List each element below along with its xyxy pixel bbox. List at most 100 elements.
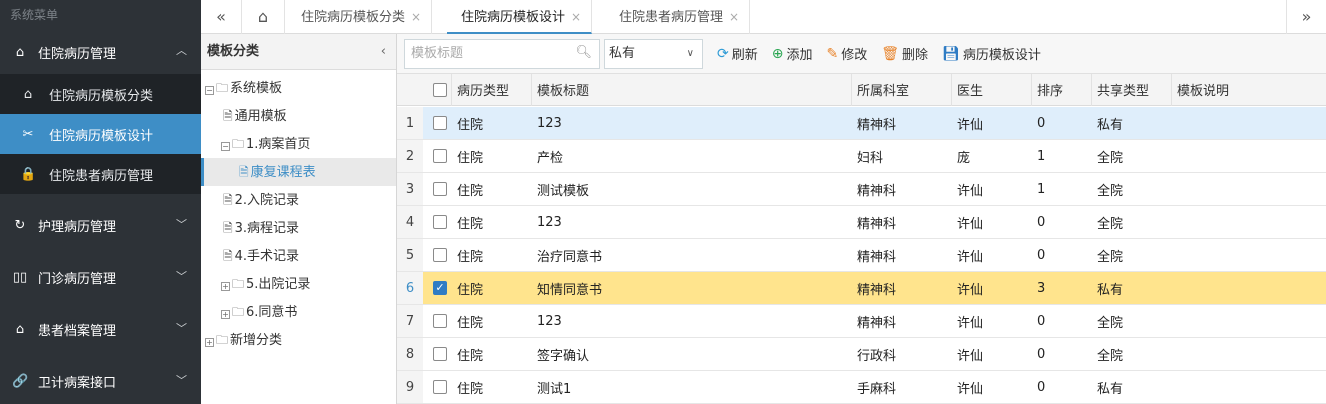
table-row[interactable]: 8 住院 签字确认 行政科 许仙 0 全院 <box>397 338 1326 371</box>
cell-type: 住院 <box>457 183 484 199</box>
table-row[interactable]: 6 ✓ 住院 知情同意书 精神科 许仙 3 私有 <box>397 272 1326 305</box>
cell-share: 私有 <box>1097 282 1124 298</box>
cell-order: 3 <box>1037 280 1046 296</box>
column-header[interactable]: 排序 <box>1037 74 1063 105</box>
tree-node-new-category[interactable]: + 🗀 新增分类 <box>201 326 396 354</box>
table-row[interactable]: 5 住院 治疗同意书 精神科 许仙 0 全院 <box>397 239 1326 272</box>
table-row[interactable]: 2 住院 产检 妇科 庞 1 全院 <box>397 140 1326 173</box>
close-icon[interactable]: × <box>571 10 581 24</box>
menu-group-label: 门诊病历管理 <box>38 271 117 287</box>
table-row[interactable]: 3 住院 测试模板 精神科 许仙 1 全院 <box>397 173 1326 206</box>
tree-expand-icon[interactable]: + <box>221 282 230 291</box>
cell-doctor: 许仙 <box>957 249 984 265</box>
row-checkbox[interactable]: ✓ <box>433 281 447 295</box>
row-checkbox[interactable] <box>433 215 447 229</box>
chevron-down-icon: ﹀ <box>176 322 187 335</box>
refresh-button[interactable]: ⟳ 刷新 <box>717 44 758 64</box>
table-row[interactable]: 4 住院 123 精神科 许仙 0 全院 <box>397 206 1326 239</box>
tree-collapse-icon[interactable]: − <box>205 86 214 95</box>
sidebar-item-label: 住院病历模板分类 <box>49 88 154 104</box>
close-icon[interactable]: × <box>729 10 739 24</box>
home-icon: ⌂ <box>15 321 25 337</box>
share-type-select[interactable]: 私有 ∨ <box>604 38 703 69</box>
tabs-next-button[interactable]: » <box>1286 0 1326 34</box>
close-icon[interactable]: × <box>411 10 421 24</box>
tab-label: 住院病历模板分类 <box>301 10 406 25</box>
row-checkbox[interactable] <box>433 347 447 361</box>
tree-collapse-icon[interactable]: − <box>221 142 230 151</box>
cell-doctor: 许仙 <box>957 117 984 133</box>
tabs-bar: « ⌂ 住院病历模板分类 × 住院病历模板设计 × 住院患者病历管理 × » <box>201 0 1326 34</box>
column-header[interactable]: 病历类型 <box>457 74 509 105</box>
column-header[interactable]: 共享类型 <box>1097 74 1149 105</box>
tree-node-rehab-schedule[interactable]: 🗎 康复课程表 <box>201 158 396 186</box>
save-icon: 💾︎ <box>942 45 960 62</box>
column-header[interactable]: 医生 <box>957 74 983 105</box>
cell-dept: 行政科 <box>857 348 897 364</box>
chevron-down-icon: ﹀ <box>176 374 187 387</box>
tree-node-front-page[interactable]: − 🗀 1.病案首页 <box>201 130 396 158</box>
row-checkbox[interactable] <box>433 380 447 394</box>
tree-title: 模板分类 <box>207 44 260 59</box>
menu-group-health-interface[interactable]: 🔗 卫计病案接口 ﹀ <box>0 360 201 402</box>
cell-doctor: 许仙 <box>957 381 984 397</box>
cell-share: 全院 <box>1097 216 1124 232</box>
menu-group-nursing[interactable]: ↻ 护理病历管理 ﹀ <box>0 204 201 246</box>
row-checkbox[interactable] <box>433 248 447 262</box>
tree-node-system[interactable]: − 🗀 系统模板 <box>201 74 396 102</box>
tree-node-progress[interactable]: 🗎 3.病程记录 <box>201 214 396 242</box>
tab-patient-records[interactable]: 住院患者病历管理 × <box>605 0 751 34</box>
cell-order: 1 <box>1037 148 1046 164</box>
delete-button[interactable]: 🗑︎ 删除 <box>881 44 928 64</box>
tab-template-category[interactable]: 住院病历模板分类 × <box>287 0 433 34</box>
cell-order: 0 <box>1037 247 1046 263</box>
home-tab-icon[interactable]: ⌂ <box>241 0 285 34</box>
sidebar-item-template-category[interactable]: ⌂ 住院病历模板分类 <box>0 74 201 114</box>
search-input[interactable] <box>404 38 600 69</box>
sidebar-item-template-design[interactable]: ✂ 住院病历模板设计 <box>0 114 201 154</box>
row-checkbox[interactable] <box>433 116 447 130</box>
cell-title: 产检 <box>537 150 564 166</box>
cell-doctor: 许仙 <box>957 315 984 331</box>
menu-group-patient-archive[interactable]: ⌂ 患者档案管理 ﹀ <box>0 308 201 350</box>
row-checkbox[interactable] <box>433 314 447 328</box>
category-tree-panel: 模板分类 ‹ − 🗀 系统模板 🗎 通用模板 − 🗀 1.病案首页 🗎 康复课程表 🗎 2.入… <box>201 34 397 404</box>
cell-share: 私有 <box>1097 117 1124 133</box>
sidebar-item-patient-records[interactable]: 🔒 住院患者病历管理 <box>0 154 201 194</box>
table-row[interactable]: 7 住院 123 精神科 许仙 0 全院 <box>397 305 1326 338</box>
column-header[interactable]: 模板说明 <box>1177 74 1229 105</box>
add-button[interactable]: ⊕ 添加 <box>772 44 813 64</box>
tree-node-surgery[interactable]: 🗎 4.手术记录 <box>201 242 396 270</box>
table-row[interactable]: 1 住院 123 精神科 许仙 0 私有 <box>397 107 1326 140</box>
tree-node-consent[interactable]: + 🗀 6.同意书 <box>201 298 396 326</box>
tree-node-admission[interactable]: 🗎 2.入院记录 <box>201 186 396 214</box>
collapse-icon[interactable]: ‹ <box>381 34 386 70</box>
tree-node-general[interactable]: 🗎 通用模板 <box>201 102 396 130</box>
column-header[interactable]: 所属科室 <box>857 74 909 105</box>
tree-expand-icon[interactable]: + <box>205 338 214 347</box>
edit-button[interactable]: ✎ 修改 <box>826 44 868 64</box>
menu-group-inpatient[interactable]: ⌂ 住院病历管理 ︿ <box>0 30 201 74</box>
tab-template-design[interactable]: 住院病历模板设计 × <box>447 0 593 34</box>
template-design-button[interactable]: 💾︎ 病历模板设计 <box>942 44 1041 64</box>
table-row[interactable]: 9 住院 测试1 手麻科 许仙 0 私有 <box>397 371 1326 404</box>
cell-share: 私有 <box>1097 381 1124 397</box>
tabs-prev-button[interactable]: « <box>201 0 241 34</box>
link-icon: 🔗 <box>12 373 29 389</box>
menu-group-label: 护理病历管理 <box>38 219 117 235</box>
row-checkbox[interactable] <box>433 149 447 163</box>
trash-icon: 🗑︎ <box>881 45 900 62</box>
select-all-checkbox[interactable] <box>433 82 447 97</box>
search-box: 🔍︎ <box>404 38 600 69</box>
cell-title: 123 <box>537 313 562 329</box>
row-checkbox[interactable] <box>433 182 447 196</box>
search-icon[interactable]: 🔍︎ <box>575 45 592 60</box>
row-number: 5 <box>397 239 423 271</box>
cell-order: 0 <box>1037 214 1046 230</box>
sidebar-item-label: 住院患者病历管理 <box>49 168 154 184</box>
pencil-icon: ✎ <box>826 45 839 62</box>
menu-group-outpatient[interactable]: ▯▯ 门诊病历管理 ﹀ <box>0 256 201 298</box>
tree-node-discharge[interactable]: + 🗀 5.出院记录 <box>201 270 396 298</box>
column-header[interactable]: 模板标题 <box>537 74 589 105</box>
tree-expand-icon[interactable]: + <box>221 310 230 319</box>
